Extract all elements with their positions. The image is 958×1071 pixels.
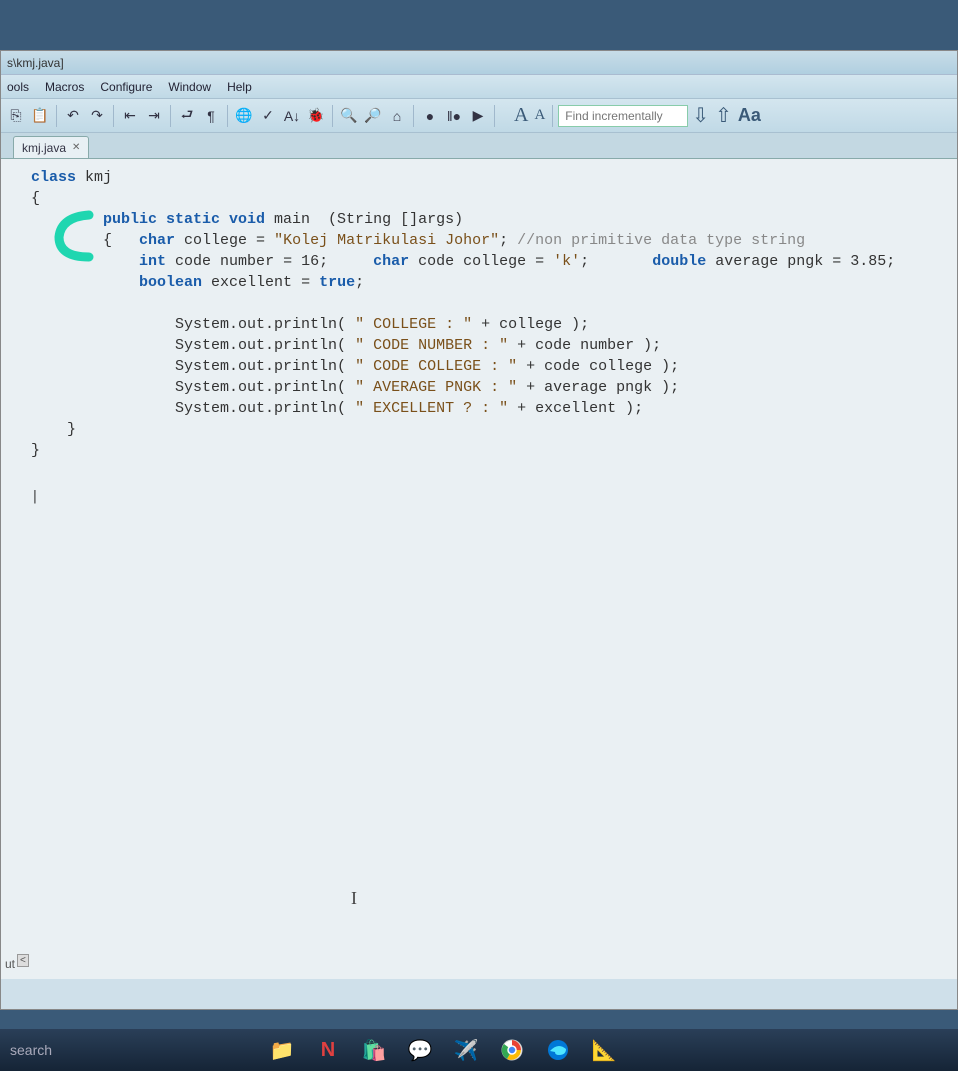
find-prev-icon[interactable]: ⇧	[713, 103, 734, 128]
sort-icon[interactable]: A↓	[281, 105, 303, 127]
copy-icon[interactable]: ⎘	[5, 105, 27, 127]
separator	[413, 105, 414, 127]
toolbar: ⎘ 📋 ↶ ↷ ⇤ ⇥ ⮐ ¶ 🌐 ✓ A↓ 🐞 🔍 🔎 ⌂ ● ‖● ▶ A …	[1, 99, 957, 133]
separator	[113, 105, 114, 127]
menu-configure[interactable]: Configure	[100, 75, 152, 98]
debug-icon[interactable]: 🐞	[305, 105, 327, 127]
taskbar-search[interactable]: search	[10, 1042, 52, 1058]
whatsapp-icon[interactable]: 💬	[406, 1036, 434, 1064]
paste-icon[interactable]: 📋	[29, 105, 51, 127]
separator	[56, 105, 57, 127]
menu-tools[interactable]: ools	[7, 75, 29, 98]
code-text: class kmj { public static void main (Str…	[1, 159, 957, 469]
redo-icon[interactable]: ↷	[86, 105, 108, 127]
indent-left-icon[interactable]: ⇤	[119, 105, 141, 127]
find-next-icon[interactable]: ⇩	[690, 103, 711, 128]
pause-icon[interactable]: ‖●	[443, 105, 465, 127]
separator	[494, 105, 495, 127]
record-icon[interactable]: ●	[419, 105, 441, 127]
globe-icon[interactable]: 🌐	[233, 105, 255, 127]
tab-strip: kmj.java ✕	[1, 133, 957, 159]
store-icon[interactable]: 🛍️	[360, 1036, 388, 1064]
word-wrap-icon[interactable]: ⮐	[176, 105, 198, 127]
editor-area[interactable]: class kmj { public static void main (Str…	[1, 159, 957, 979]
n-app-icon[interactable]: N	[314, 1036, 342, 1064]
pilcrow-icon[interactable]: ¶	[200, 105, 222, 127]
match-case-button[interactable]: Aa	[736, 105, 763, 126]
edge-icon[interactable]	[544, 1036, 572, 1064]
chrome-icon[interactable]	[498, 1036, 526, 1064]
home-icon[interactable]: ⌂	[386, 105, 408, 127]
font-increase-button[interactable]: A	[512, 104, 530, 127]
mouse-cursor-icon: I	[351, 888, 357, 909]
output-tab-label[interactable]: ut	[1, 955, 19, 973]
text-cursor: |	[31, 489, 39, 504]
ide-window: s\kmj.java] ools Macros Configure Window…	[0, 50, 958, 1010]
menu-help[interactable]: Help	[227, 75, 252, 98]
menu-window[interactable]: Window	[168, 75, 211, 98]
font-decrease-button[interactable]: A	[532, 107, 547, 124]
indent-right-icon[interactable]: ⇥	[143, 105, 165, 127]
telegram-icon[interactable]: ✈️	[452, 1036, 480, 1064]
close-icon[interactable]: ✕	[72, 137, 80, 159]
search-detail-icon[interactable]: 🔎	[362, 105, 384, 127]
play-icon[interactable]: ▶	[467, 105, 489, 127]
app-icon[interactable]: 📐	[590, 1036, 618, 1064]
title-bar: s\kmj.java]	[1, 51, 957, 75]
zoom-icon[interactable]: 🔍	[338, 105, 360, 127]
find-input[interactable]	[558, 105, 688, 127]
menu-bar: ools Macros Configure Window Help	[1, 75, 957, 99]
separator	[170, 105, 171, 127]
undo-icon[interactable]: ↶	[62, 105, 84, 127]
tab-label: kmj.java	[22, 137, 66, 159]
spellcheck-icon[interactable]: ✓	[257, 105, 279, 127]
tab-kmj-java[interactable]: kmj.java ✕	[13, 136, 89, 158]
taskbar: search 📁 N 🛍️ 💬 ✈️ 📐	[0, 1029, 958, 1071]
separator	[332, 105, 333, 127]
file-explorer-icon[interactable]: 📁	[268, 1036, 296, 1064]
annotation-mark	[51, 209, 97, 263]
separator	[227, 105, 228, 127]
menu-macros[interactable]: Macros	[45, 75, 84, 98]
separator	[552, 105, 553, 127]
